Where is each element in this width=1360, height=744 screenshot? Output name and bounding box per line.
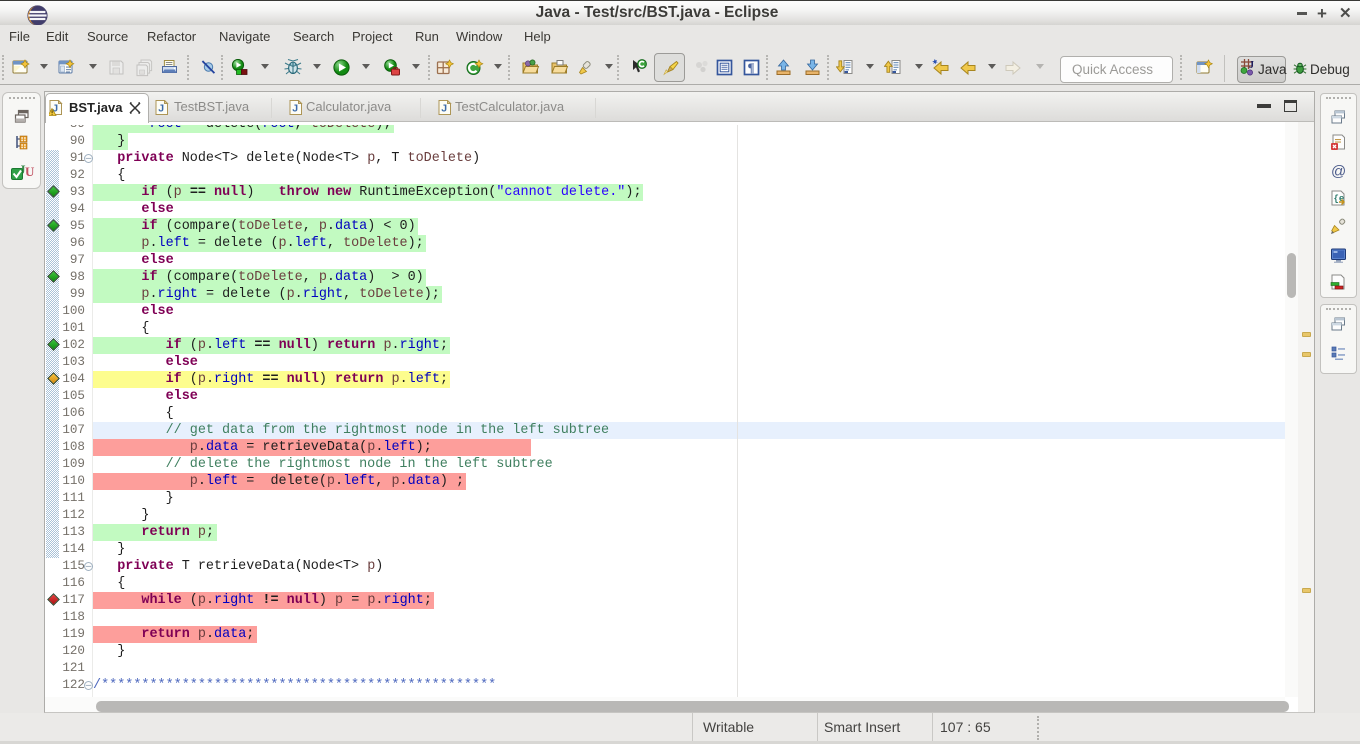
svg-text:@: @ — [1331, 163, 1346, 179]
svg-text:J: J — [158, 103, 164, 115]
svg-text:J: J — [292, 103, 298, 115]
svg-text:¶: ¶ — [748, 60, 755, 75]
svg-text:U: U — [25, 164, 35, 179]
svg-text:J: J — [1249, 60, 1254, 71]
svg-text:J: J — [441, 103, 447, 115]
